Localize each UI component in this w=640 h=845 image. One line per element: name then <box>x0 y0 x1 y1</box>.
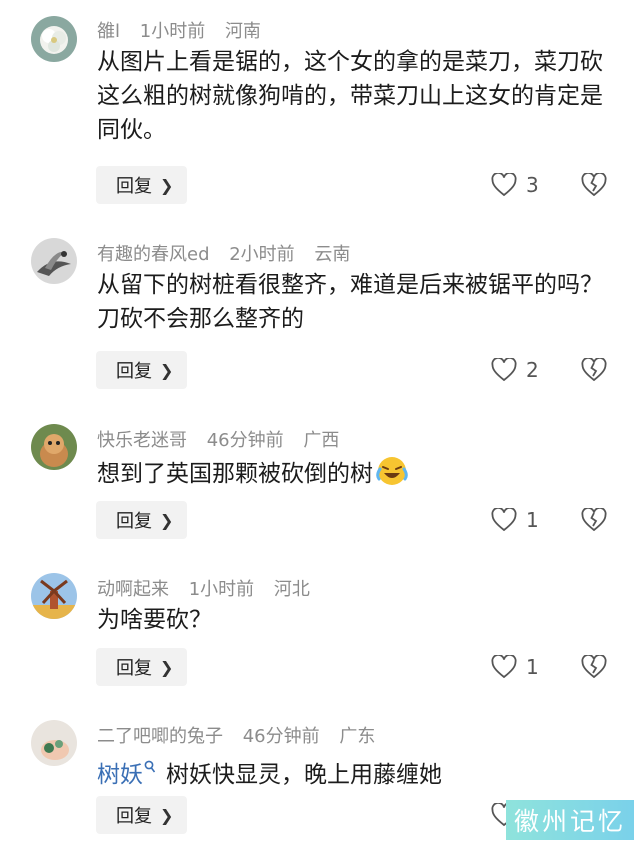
reply-button[interactable]: 回复 ❯ <box>96 796 187 834</box>
comment-meta: 快乐老迷哥 46分钟前 广西 <box>97 426 353 452</box>
search-icon <box>144 750 156 784</box>
heart-icon <box>491 358 517 382</box>
avatar[interactable] <box>31 720 77 766</box>
username[interactable]: 动啊起来 <box>97 579 169 600</box>
reply-button[interactable]: 回复 ❯ <box>96 351 187 389</box>
dislike-button[interactable] <box>581 171 607 201</box>
comment-meta: 二了吧唧的兔子 46分钟前 广东 <box>97 722 389 748</box>
username[interactable]: 二了吧唧的兔子 <box>97 726 223 747</box>
reply-button[interactable]: 回复 ❯ <box>96 166 187 204</box>
location: 广西 <box>303 430 340 451</box>
broken-heart-icon <box>581 356 607 382</box>
comment-text: 为啥要砍？ <box>97 607 212 633</box>
like-button[interactable]: 3 <box>491 173 539 197</box>
timestamp: 1小时前 <box>188 579 255 600</box>
location: 广东 <box>339 726 376 747</box>
chevron-right-icon: ❯ <box>160 175 174 195</box>
reply-label: 回复 <box>116 658 152 679</box>
reply-label: 回复 <box>116 511 152 532</box>
timestamp: 46分钟前 <box>242 726 320 747</box>
timestamp: 2小时前 <box>229 244 295 265</box>
comment-meta: 雒l 1小时前 河南 <box>97 17 275 43</box>
comment-meta: 动啊起来 1小时前 河北 <box>97 575 324 601</box>
broken-heart-icon <box>581 506 607 532</box>
like-button[interactable]: 1 <box>491 508 539 532</box>
reply-label: 回复 <box>116 361 152 382</box>
comment-text: 树妖 树妖快显灵，晚上用藤缠她 <box>97 750 607 792</box>
heart-icon <box>491 508 517 532</box>
location: 河南 <box>224 21 261 42</box>
like-button[interactable]: 1 <box>491 655 539 679</box>
mention-link[interactable]: 树妖 <box>97 762 143 788</box>
avatar[interactable] <box>31 424 77 470</box>
dislike-button[interactable] <box>581 356 607 386</box>
broken-heart-icon <box>581 171 607 197</box>
laughing-crying-emoji-icon <box>375 455 409 497</box>
avatar[interactable] <box>31 573 77 619</box>
timestamp: 1小时前 <box>139 21 206 42</box>
watermark-text: 徽州记忆 <box>513 807 626 836</box>
watermark-logo: 徽州记忆 <box>506 800 634 840</box>
heart-icon <box>491 655 517 679</box>
comment-text-body: 树妖快显灵，晚上用藤缠她 <box>166 762 442 788</box>
chevron-right-icon: ❯ <box>160 360 174 380</box>
comment-text: 从图片上看是锯的，这个女的拿的是菜刀，菜刀砍这么粗的树就像狗啃的，带菜刀山上这女… <box>97 49 603 143</box>
reply-label: 回复 <box>116 176 152 197</box>
broken-heart-icon <box>581 653 607 679</box>
like-button[interactable]: 2 <box>491 358 539 382</box>
avatar[interactable] <box>31 16 77 62</box>
like-count: 1 <box>526 655 539 679</box>
chevron-right-icon: ❯ <box>160 805 174 825</box>
dislike-button[interactable] <box>581 506 607 536</box>
avatar[interactable] <box>31 238 77 284</box>
comment-text-body: 想到了英国那颗被砍倒的树 <box>97 461 373 487</box>
username[interactable]: 快乐老迷哥 <box>97 430 187 451</box>
reply-label: 回复 <box>116 806 152 827</box>
comment-text: 从留下的树桩看很整齐，难道是后来被锯平的吗？刀砍不会那么整齐的 <box>97 272 603 332</box>
like-count: 3 <box>526 173 539 197</box>
comment-meta: 有趣的春风ed 2小时前 云南 <box>97 240 364 266</box>
reply-button[interactable]: 回复 ❯ <box>96 501 187 539</box>
heart-icon <box>491 173 517 197</box>
location: 河北 <box>273 579 310 600</box>
reply-button[interactable]: 回复 ❯ <box>96 648 187 686</box>
like-count: 2 <box>526 358 539 382</box>
comment-text: 想到了英国那颗被砍倒的树 <box>97 455 607 497</box>
like-count: 1 <box>526 508 539 532</box>
dislike-button[interactable] <box>581 653 607 683</box>
username[interactable]: 有趣的春风ed <box>97 244 210 265</box>
location: 云南 <box>314 244 351 265</box>
chevron-right-icon: ❯ <box>160 510 174 530</box>
chevron-right-icon: ❯ <box>160 657 174 677</box>
username[interactable]: 雒l <box>97 21 120 42</box>
timestamp: 46分钟前 <box>206 430 284 451</box>
